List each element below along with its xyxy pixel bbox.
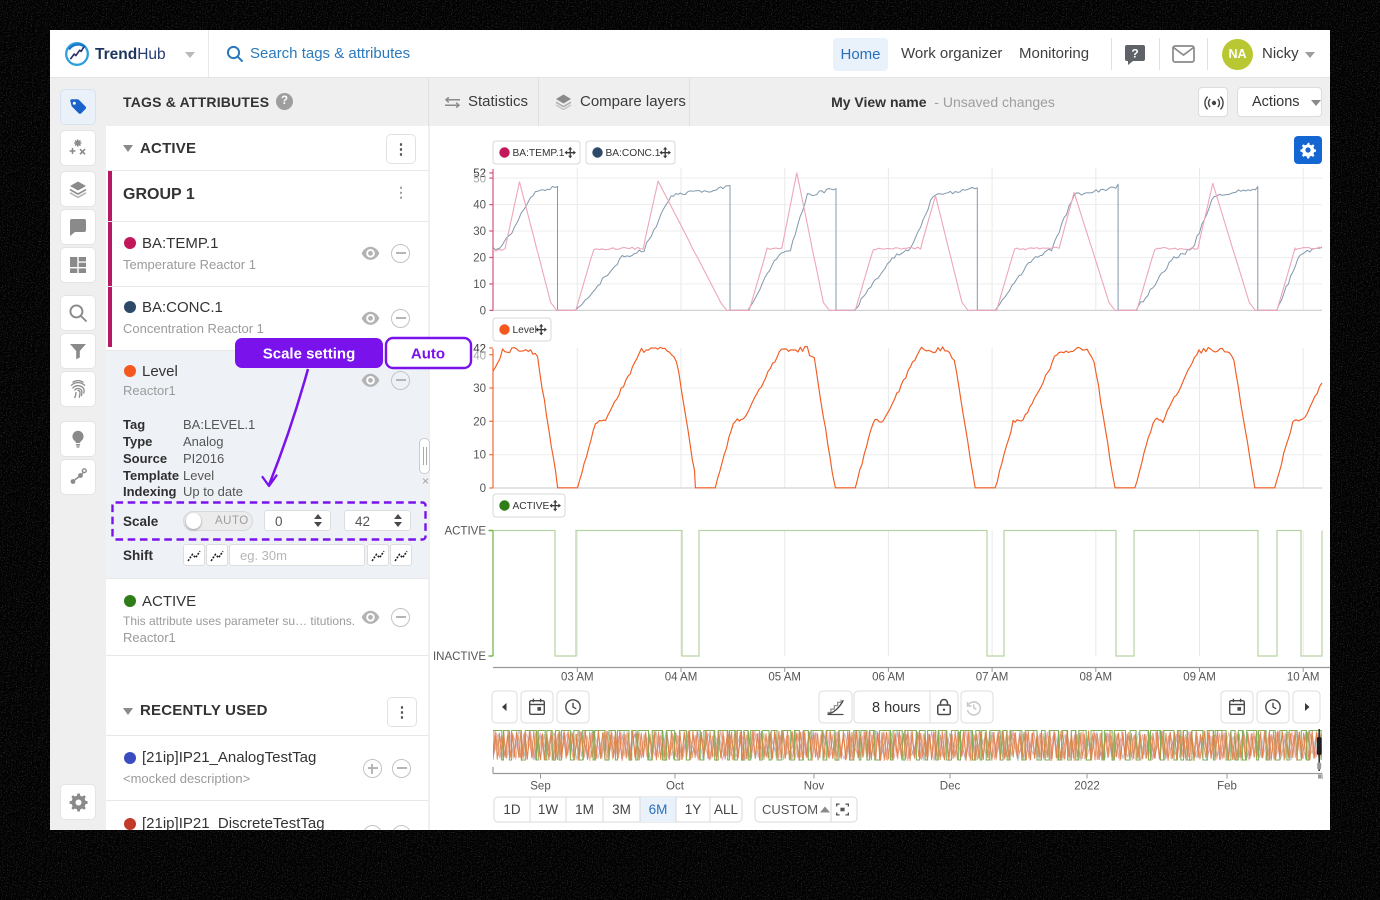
svg-text:Auto: Auto	[411, 346, 445, 363]
svg-text:Scale setting: Scale setting	[263, 346, 356, 363]
